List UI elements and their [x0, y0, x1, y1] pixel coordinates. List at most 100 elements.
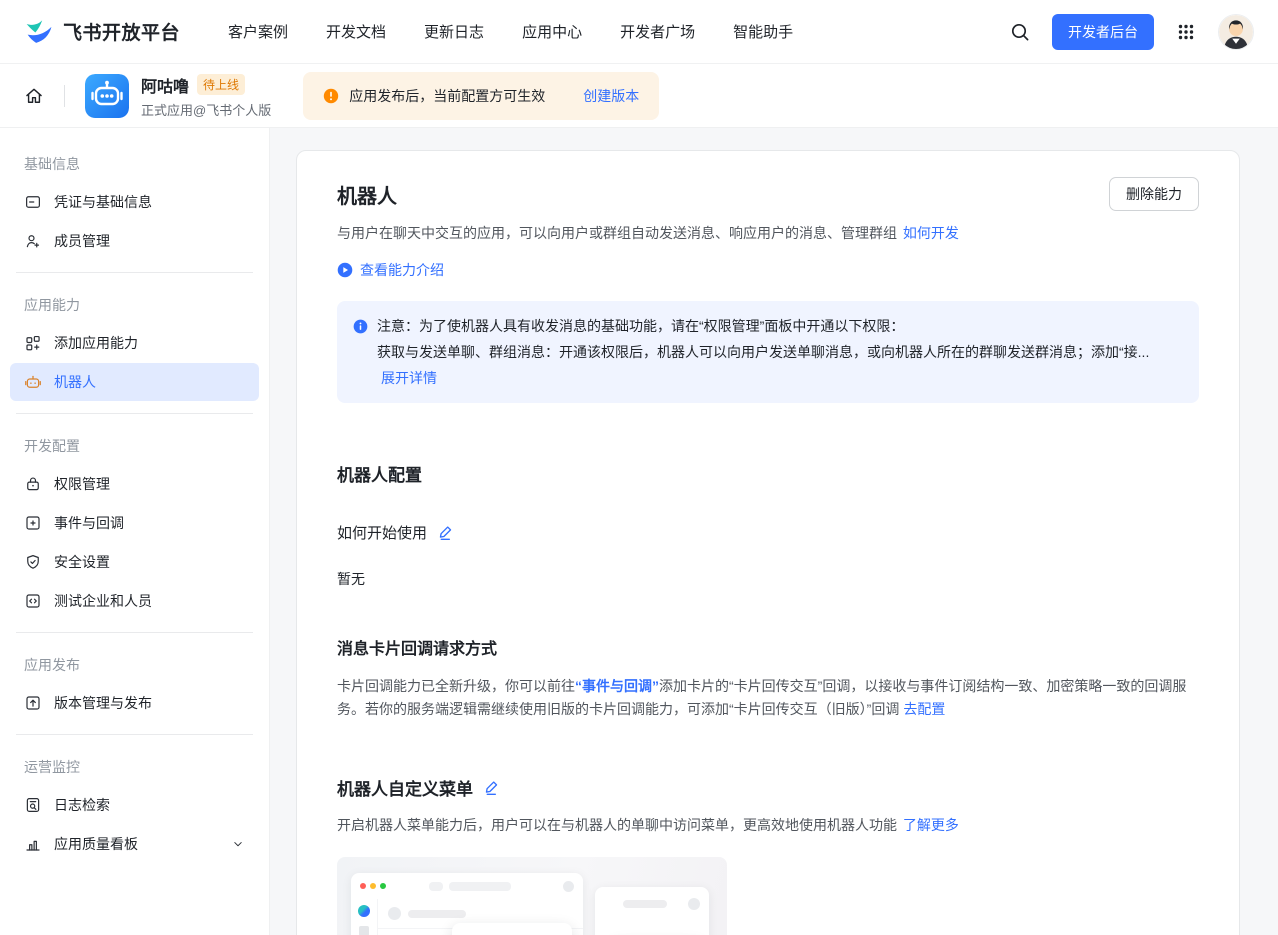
placeholder	[688, 898, 700, 910]
learn-more-link[interactable]: 了解更多	[903, 817, 959, 833]
sidebar-item-log-search[interactable]: 日志检索	[10, 786, 259, 824]
publish-banner: 应用发布后，当前配置方可生效 创建版本	[303, 72, 659, 120]
nav-app-center[interactable]: 应用中心	[522, 21, 582, 42]
apps-grid-icon[interactable]	[1176, 22, 1196, 42]
nav-ai-assistant[interactable]: 智能助手	[733, 21, 793, 42]
add-capability-icon	[24, 334, 42, 352]
play-circle-icon	[337, 262, 353, 278]
divider	[16, 272, 253, 273]
traffic-light-red	[360, 883, 366, 889]
status-badge: 待上线	[197, 74, 245, 95]
sidebar-item-version-release[interactable]: 版本管理与发布	[10, 684, 259, 722]
events-callback-link[interactable]: “事件与回调”	[575, 678, 659, 694]
bar-chart-icon	[24, 835, 42, 853]
robot-icon	[24, 373, 42, 391]
placeholder	[388, 907, 401, 920]
sidebar-item-events[interactable]: 事件与回调	[10, 504, 259, 542]
placeholder	[408, 910, 466, 918]
brand-name: 飞书开放平台	[63, 18, 180, 45]
user-avatar[interactable]	[1218, 14, 1254, 50]
sidebar-item-members[interactable]: 成员管理	[10, 222, 259, 260]
member-add-icon	[24, 232, 42, 250]
card-callback-text: 卡片回调能力已全新升级，你可以前往“事件与回调”添加卡片的“卡片回传交互”回调，…	[337, 675, 1199, 721]
main-content: 机器人 删除能力 与用户在聊天中交互的应用，可以向用户或群组自动发送消息、响应用…	[270, 128, 1278, 935]
custom-menu-desc: 开启机器人菜单能力后，用户可以在与机器人的单聊中访问菜单，更高效地使用机器人功能…	[337, 815, 1199, 835]
sidebar: 基础信息 凭证与基础信息 成员管理 应用能力 添加应用能力	[0, 128, 270, 935]
delete-capability-button[interactable]: 删除能力	[1109, 177, 1199, 211]
placeholder	[563, 881, 574, 892]
home-icon[interactable]	[24, 86, 44, 106]
notice-line-2: 获取与发送单聊、群组消息：开通该权限后，机器人可以向用户发送单聊消息，或向机器人…	[377, 339, 1183, 391]
how-to-develop-link[interactable]: 如何开发	[903, 225, 959, 241]
sidebar-item-security[interactable]: 安全设置	[10, 543, 259, 581]
sidebar-item-credentials[interactable]: 凭证与基础信息	[10, 183, 259, 221]
sidebar-item-bot[interactable]: 机器人	[10, 363, 259, 401]
sidebar-item-permissions[interactable]: 权限管理	[10, 465, 259, 503]
card-callback-title: 消息卡片回调请求方式	[337, 635, 1199, 659]
traffic-light-green	[380, 883, 386, 889]
placeholder	[359, 926, 369, 935]
shield-check-icon	[24, 553, 42, 571]
sidebar-item-quality-dashboard[interactable]: 应用质量看板	[10, 825, 259, 863]
mobile-mock-window: 设备检修 店铺形象	[595, 887, 709, 935]
edit-custom-menu-button[interactable]	[483, 779, 500, 796]
sidebar-section-basic-info: 基础信息	[0, 144, 269, 182]
edit-how-to-start-button[interactable]	[437, 524, 454, 541]
app-icon	[85, 74, 129, 118]
nav-developer-plaza[interactable]: 开发者广场	[620, 21, 695, 42]
warning-icon	[323, 88, 339, 104]
go-configure-link[interactable]: 去配置	[903, 701, 945, 717]
menu-popup: 设备检修 店铺形象	[452, 923, 572, 935]
how-to-start-label: 如何开始使用	[337, 522, 427, 543]
sidebar-section-monitoring: 运营监控	[0, 747, 269, 785]
expand-details-link[interactable]: 展开详情	[381, 370, 437, 386]
capability-description: 与用户在聊天中交互的应用，可以向用户或群组自动发送消息、响应用户的消息、管理群组…	[337, 223, 1199, 243]
page-title: 机器人	[337, 180, 397, 209]
main-nav: 客户案例 开发文档 更新日志 应用中心 开发者广场 智能助手	[228, 21, 793, 42]
placeholder	[429, 882, 443, 891]
feishu-logo-icon	[24, 17, 54, 47]
app-subtitle: 正式应用@飞书个人版	[141, 100, 271, 119]
sidebar-section-dev-config: 开发配置	[0, 426, 269, 464]
traffic-light-yellow	[370, 883, 376, 889]
info-icon	[353, 319, 368, 391]
divider	[16, 413, 253, 414]
divider	[16, 734, 253, 735]
sidebar-section-capabilities: 应用能力	[0, 285, 269, 323]
brand[interactable]: 飞书开放平台	[24, 17, 180, 47]
divider	[64, 85, 65, 107]
menu-illustration: 设备检修 店铺形象	[337, 857, 727, 935]
placeholder	[623, 900, 667, 908]
lock-icon	[24, 475, 42, 493]
view-intro-link[interactable]: 查看能力介绍	[360, 260, 444, 280]
chevron-down-icon	[231, 837, 245, 851]
search-icon[interactable]	[1010, 22, 1030, 42]
app-header: 阿咕噜 待上线 正式应用@飞书个人版 应用发布后，当前配置方可生效 创建版本	[0, 64, 1278, 128]
event-callback-icon	[24, 514, 42, 532]
how-to-start-value: 暂无	[337, 569, 1199, 589]
sidebar-item-test-company[interactable]: 测试企业和人员	[10, 582, 259, 620]
nav-changelog[interactable]: 更新日志	[424, 21, 484, 42]
nav-dev-docs[interactable]: 开发文档	[326, 21, 386, 42]
permission-notice: 注意：为了使机器人具有收发消息的基础功能，请在“权限管理”面板中开通以下权限： …	[337, 301, 1199, 403]
top-navigation: 飞书开放平台 客户案例 开发文档 更新日志 应用中心 开发者广场 智能助手 开发…	[0, 0, 1278, 64]
code-icon	[24, 592, 42, 610]
create-version-link[interactable]: 创建版本	[583, 86, 639, 106]
sidebar-item-add-capability[interactable]: 添加应用能力	[10, 324, 259, 362]
nav-customer-cases[interactable]: 客户案例	[228, 21, 288, 42]
sidebar-section-release: 应用发布	[0, 645, 269, 683]
credential-icon	[24, 193, 42, 211]
placeholder	[449, 882, 511, 891]
pencil-icon	[483, 779, 500, 796]
custom-menu-title: 机器人自定义菜单	[337, 775, 473, 800]
divider	[16, 632, 253, 633]
log-search-icon	[24, 796, 42, 814]
desktop-mock-window: 设备检修 店铺形象	[351, 873, 583, 935]
mini-feishu-logo	[358, 905, 370, 917]
bot-capability-card: 机器人 删除能力 与用户在聊天中交互的应用，可以向用户或群组自动发送消息、响应用…	[296, 150, 1240, 935]
banner-text: 应用发布后，当前配置方可生效	[349, 86, 545, 106]
pencil-icon	[437, 524, 454, 541]
bot-config-title: 机器人配置	[337, 461, 1199, 486]
app-name: 阿咕噜	[141, 73, 189, 97]
developer-console-button[interactable]: 开发者后台	[1052, 14, 1154, 50]
